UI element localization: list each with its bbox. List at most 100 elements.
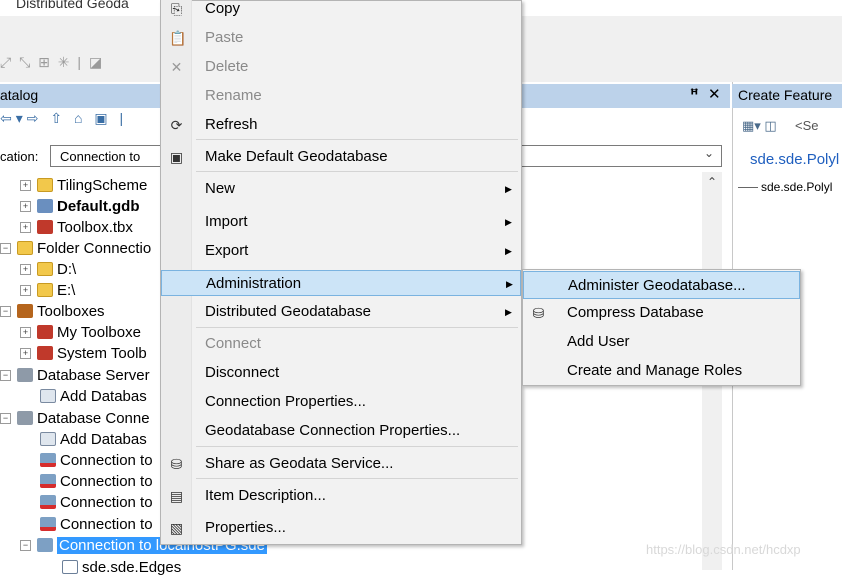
tree-item[interactable]: + Default.gdb: [20, 196, 140, 217]
menu-item-copy[interactable]: ⎘ Copy: [161, 0, 521, 22]
menu-item-label: New: [205, 180, 236, 197]
title-fragment: Distributed Geoda: [16, 0, 129, 11]
tree-item[interactable]: Connection to: [40, 514, 153, 535]
submenu-arrow-icon: ▶: [505, 246, 512, 256]
expand-icon[interactable]: +: [20, 326, 31, 338]
tree-item[interactable]: Add Databas: [40, 429, 147, 450]
tree-item[interactable]: sde.sde.Edges: [62, 557, 181, 578]
tree-item-label: Toolbox.tbx: [57, 219, 133, 236]
menu-item-export[interactable]: Export ▶: [161, 238, 521, 264]
copy-icon: ⎘: [170, 1, 183, 17]
refresh-icon: ⟳: [170, 117, 183, 133]
pin-icon[interactable]: ꟸ: [690, 86, 699, 103]
menu-item-label: Refresh: [205, 116, 258, 133]
submenu-item-create-and-manage-roles[interactable]: Create and Manage Roles: [523, 357, 800, 385]
geodatabase-icon: [37, 199, 53, 214]
submenu-item-compress-database[interactable]: ⛁ Compress Database: [523, 299, 800, 327]
template-group-label[interactable]: sde.sde.Polyl: [750, 151, 839, 168]
menu-separator: [196, 478, 518, 479]
submenu-arrow-icon: ▶: [505, 217, 512, 227]
template-item-label: sde.sde.Polyl: [761, 180, 833, 194]
expand-icon[interactable]: +: [20, 200, 31, 212]
menu-item-refresh[interactable]: ⟳ Refresh: [161, 112, 521, 138]
tree-item[interactable]: Add Databas: [40, 386, 147, 407]
menu-item-label: Distributed Geodatabase: [205, 303, 371, 320]
menu-item-make-default-geodatabase[interactable]: ▣ Make Default Geodatabase: [161, 144, 521, 170]
tree-item[interactable]: − Folder Connectio: [0, 238, 151, 259]
folder-icon: [37, 262, 53, 277]
submenu-item-administer-geodatabase[interactable]: Administer Geodatabase...: [523, 271, 800, 299]
menu-item-rename[interactable]: Rename: [161, 83, 521, 109]
tree-item-label: Connection to: [60, 494, 153, 511]
expand-icon[interactable]: +: [20, 221, 31, 233]
submenu-arrow-icon: ▶: [505, 307, 512, 317]
submenu-item-label: Compress Database: [567, 304, 704, 321]
menu-item-import[interactable]: Import ▶: [161, 209, 521, 235]
menu-item-label: Share as Geodata Service...: [205, 455, 394, 472]
tree-item-label: Add Databas: [60, 431, 147, 448]
template-item[interactable]: sde.sde.Polyl: [738, 180, 832, 194]
organize-templates-icon[interactable]: ▦▾ ◫: [742, 118, 777, 134]
tree-item[interactable]: + TilingScheme: [20, 175, 147, 196]
tree-item-label: sde.sde.Edges: [82, 559, 182, 576]
tree-item-label: My Toolboxe: [57, 324, 141, 341]
menu-separator: [196, 446, 518, 447]
menu-item-label: Item Description...: [205, 487, 326, 504]
folder-icon: [37, 178, 53, 193]
expand-icon[interactable]: +: [20, 263, 31, 275]
submenu-item-label: Add User: [567, 333, 630, 350]
tree-item-label: System Toolb: [57, 345, 147, 362]
expand-icon[interactable]: +: [20, 179, 31, 191]
menu-separator: [196, 171, 518, 172]
menu-item-administration[interactable]: Administration ▶: [161, 270, 521, 296]
menu-item-distributed-geodatabase[interactable]: Distributed Geodatabase ▶: [161, 299, 521, 325]
collapse-icon[interactable]: −: [20, 539, 31, 551]
tree-item[interactable]: − Database Conne: [0, 408, 150, 429]
add-database-connection-icon: [40, 432, 56, 447]
tree-item[interactable]: Connection to: [40, 450, 153, 471]
add-database-server-icon: [40, 389, 56, 404]
editing-toolbar-icons[interactable]: ⤢ ⤡ ⊞ ✳ | ◪: [0, 54, 160, 76]
catalog-toolbar[interactable]: ⇦▾⇨ ⇧ ⌂ ▣ |: [0, 110, 160, 138]
menu-item-disconnect[interactable]: Disconnect: [161, 360, 521, 386]
menu-item-geodatabase-connection-properties[interactable]: Geodatabase Connection Properties...: [161, 418, 521, 444]
tree-item[interactable]: + E:\: [20, 280, 75, 301]
collapse-icon[interactable]: −: [0, 369, 11, 381]
menu-item-delete[interactable]: ✕ Delete: [161, 54, 521, 80]
tree-item[interactable]: + D:\: [20, 259, 76, 280]
tree-item[interactable]: Connection to: [40, 492, 153, 513]
toolboxes-icon: [17, 304, 33, 319]
menu-item-connect[interactable]: Connect: [161, 331, 521, 357]
compress-database-icon: ⛁: [532, 305, 545, 321]
scroll-up-icon[interactable]: ⌃: [707, 175, 717, 189]
tree-item[interactable]: + System Toolb: [20, 343, 147, 364]
menu-item-connection-properties[interactable]: Connection Properties...: [161, 389, 521, 415]
expand-icon[interactable]: +: [20, 284, 31, 296]
menu-item-item-description[interactable]: ▤ Item Description...: [161, 483, 521, 509]
broken-connection-icon: [40, 474, 56, 489]
tree-item[interactable]: + My Toolboxe: [20, 322, 141, 343]
template-search-input[interactable]: <Se: [795, 118, 819, 133]
close-icon[interactable]: ✕: [708, 85, 721, 103]
toolbox-icon: [37, 346, 53, 361]
collapse-icon[interactable]: −: [0, 412, 11, 424]
expand-icon[interactable]: +: [20, 347, 31, 359]
feature-class-icon: [62, 560, 78, 575]
collapse-icon[interactable]: −: [0, 242, 11, 254]
tree-item[interactable]: + Toolbox.tbx: [20, 217, 133, 238]
delete-icon: ✕: [170, 59, 183, 75]
collapse-icon[interactable]: −: [0, 305, 11, 317]
menu-item-properties[interactable]: ▧ Properties...: [161, 515, 521, 541]
create-features-title: Create Feature: [738, 87, 833, 103]
tree-item[interactable]: − Toolboxes: [0, 301, 105, 322]
menu-item-share-as-geodata-service[interactable]: ⛁ Share as Geodata Service...: [161, 451, 521, 477]
chevron-down-icon[interactable]: ⌄: [704, 146, 714, 160]
menu-item-new[interactable]: New ▶: [161, 176, 521, 202]
tree-item[interactable]: Connection to: [40, 471, 153, 492]
tree-item-label: Default.gdb: [57, 198, 140, 215]
menu-item-paste[interactable]: 📋 Paste: [161, 25, 521, 51]
menu-item-label: Export: [205, 242, 249, 259]
menu-item-label: Geodatabase Connection Properties...: [205, 422, 461, 439]
submenu-item-add-user[interactable]: Add User: [523, 328, 800, 356]
tree-item[interactable]: − Database Server: [0, 365, 150, 386]
